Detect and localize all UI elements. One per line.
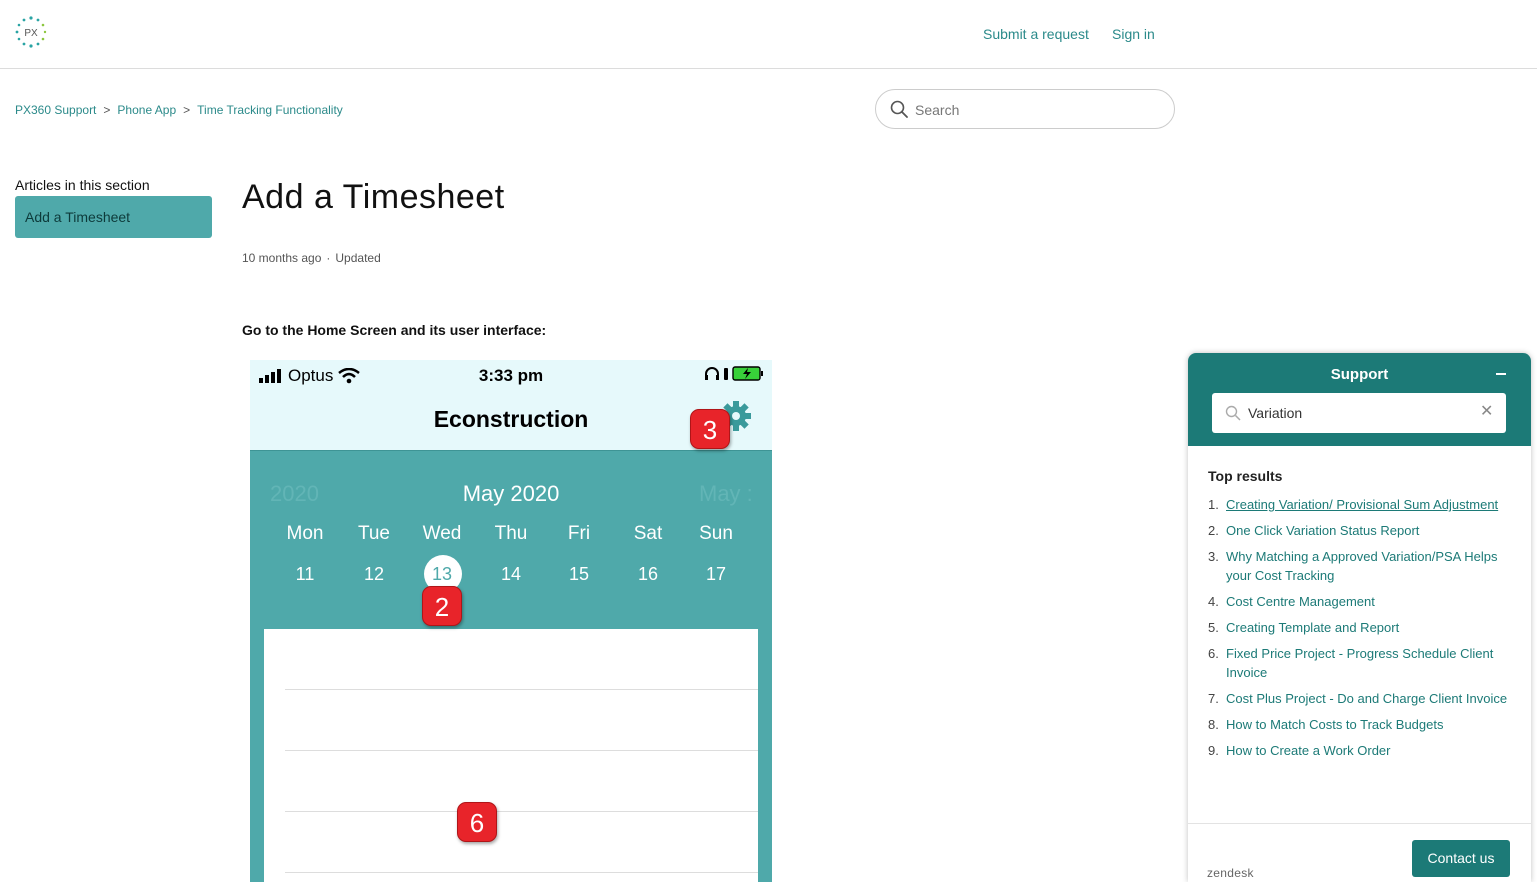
sidebar-title: Articles in this section (15, 177, 150, 193)
day-name-wed: Wed (422, 523, 462, 544)
list-divider (285, 689, 758, 690)
annotation-badge-2: 2 (422, 586, 462, 626)
result-item[interactable]: 6. Fixed Price Project - Progress Schedul… (1208, 644, 1513, 682)
breadcrumb-separator: > (183, 103, 191, 117)
result-item[interactable]: 1. Creating Variation/ Provisional Sum Ad… (1208, 495, 1513, 514)
result-link[interactable]: Cost Plus Project - Do and Charge Client… (1226, 691, 1507, 706)
day-name-sun: Sun (699, 523, 733, 544)
result-link[interactable]: Creating Template and Report (1226, 620, 1399, 635)
results-list: 1. Creating Variation/ Provisional Sum Ad… (1208, 495, 1513, 767)
article-intro: Go to the Home Screen and its user inter… (242, 322, 547, 338)
site-header: PX Submit a request Sign in (0, 0, 1537, 69)
article-meta: 10 months ago · Updated (242, 251, 381, 265)
article-age: 10 months ago (242, 251, 322, 265)
result-link[interactable]: Creating Variation/ Provisional Sum Adju… (1226, 497, 1498, 512)
timesheet-list[interactable] (264, 629, 758, 882)
minimize-icon[interactable] (1496, 373, 1506, 375)
submit-request-link[interactable]: Submit a request (983, 26, 1089, 42)
result-link[interactable]: How to Match Costs to Track Budgets (1226, 717, 1443, 732)
day-number[interactable]: 16 (618, 564, 678, 585)
calendar-current-month: May 2020 (462, 481, 560, 506)
list-divider (285, 750, 758, 751)
result-link[interactable]: Cost Centre Management (1226, 594, 1375, 609)
search-input[interactable] (915, 99, 1155, 121)
logo-text: PX (24, 28, 38, 39)
lock-rotation-icon (724, 367, 728, 380)
result-link[interactable]: How to Create a Work Order (1226, 743, 1390, 758)
annotation-badge-6: 6 (457, 802, 497, 842)
breadcrumb-separator: > (103, 103, 111, 117)
widget-search-box[interactable]: ✕ (1212, 393, 1506, 433)
day-number-selected[interactable]: 13 (412, 564, 472, 585)
breadcrumb: PX360 Support > Phone App > Time Tracking Fu… (15, 103, 343, 117)
search-box[interactable] (875, 89, 1175, 129)
breadcrumb-item-support[interactable]: PX360 Support (15, 103, 96, 117)
day-number[interactable]: 12 (344, 564, 404, 585)
result-item[interactable]: 2. One Click Variation Status Report (1208, 521, 1513, 540)
list-divider (285, 811, 758, 812)
sign-in-link[interactable]: Sign in (1112, 26, 1155, 42)
day-name-mon: Mon (286, 523, 324, 544)
support-widget: Support ✕ Top results 1.Creating Variati… (1188, 353, 1531, 882)
article-title: Add a Timesheet (242, 178, 505, 216)
result-item[interactable]: 9. How to Create a Work Order (1208, 741, 1513, 760)
contact-us-button[interactable]: Contact us (1412, 840, 1510, 877)
px360-logo[interactable]: PX (14, 15, 48, 49)
list-divider (285, 872, 758, 873)
day-number[interactable]: 15 (549, 564, 609, 585)
day-name-fri: Fri (567, 523, 591, 544)
calendar-next-label[interactable]: May : (699, 481, 753, 507)
calendar-panel: 2020 May 2020 May : Mon Tue Wed Thu Fri … (250, 450, 772, 882)
meta-separator: · (326, 251, 331, 265)
status-time: 3:33 pm (478, 366, 544, 385)
breadcrumb-item-time-tracking[interactable]: Time Tracking Functionality (197, 103, 343, 117)
annotation-badge-3: 3 (690, 409, 730, 449)
widget-title: Support (1330, 366, 1389, 383)
result-item[interactable]: 4. Cost Centre Management (1208, 592, 1513, 611)
breadcrumb-item-phone-app[interactable]: Phone App (117, 103, 176, 117)
result-item[interactable]: 3. Why Matching a Approved Variation/PSA … (1208, 547, 1513, 585)
day-name-sat: Sat (633, 523, 663, 544)
widget-search-input[interactable] (1248, 403, 1468, 423)
result-item[interactable]: 7. Cost Plus Project - Do and Charge Clie… (1208, 689, 1513, 708)
status-right (704, 366, 764, 381)
result-link[interactable]: Fixed Price Project - Progress Schedule … (1226, 646, 1493, 680)
sidebar-item-add-a-timesheet[interactable]: Add a Timesheet (15, 196, 212, 238)
result-link[interactable]: Why Matching a Approved Variation/PSA He… (1226, 549, 1497, 583)
search-icon (1225, 405, 1241, 421)
headphones-icon (705, 366, 719, 380)
result-link[interactable]: One Click Variation Status Report (1226, 523, 1419, 538)
phone-screenshot: Optus 3:33 pm Econstruction 2020 May 202… (250, 360, 772, 882)
day-name-thu: Thu (494, 523, 528, 544)
result-item[interactable]: 5. Creating Template and Report (1208, 618, 1513, 637)
article-updated-label: Updated (335, 251, 381, 265)
day-number[interactable]: 11 (275, 564, 335, 585)
result-item[interactable]: 8. How to Match Costs to Track Budgets (1208, 715, 1513, 734)
battery-icon (732, 366, 763, 381)
day-name-tue: Tue (357, 523, 391, 544)
top-results-heading: Top results (1208, 468, 1283, 484)
zendesk-brand: zendesk (1207, 866, 1254, 880)
widget-footer-divider (1188, 823, 1531, 824)
widget-header: Support ✕ (1188, 353, 1531, 446)
day-number[interactable]: 14 (481, 564, 541, 585)
day-number[interactable]: 17 (686, 564, 746, 585)
search-icon (890, 100, 908, 118)
clear-icon[interactable]: ✕ (1480, 401, 1493, 421)
